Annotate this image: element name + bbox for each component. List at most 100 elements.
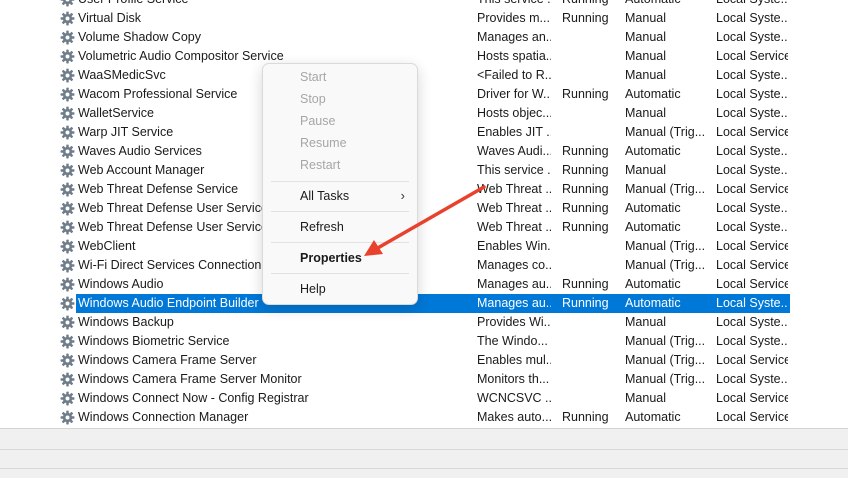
table-row[interactable]: WebClient Enables Win... Manual (Trig... Lo… bbox=[0, 237, 848, 256]
service-status: Running bbox=[562, 220, 609, 234]
table-row[interactable]: Windows Backup Provides Wi... Manual Local … bbox=[0, 313, 848, 332]
service-startup-type: Automatic bbox=[625, 144, 681, 158]
service-log-on-as: Local Service bbox=[716, 182, 788, 196]
gear-icon bbox=[60, 30, 75, 45]
service-name: Windows Camera Frame Server Monitor bbox=[78, 372, 302, 386]
service-startup-type: Manual (Trig... bbox=[625, 372, 706, 386]
service-description: Manages co... bbox=[477, 258, 551, 272]
services-list[interactable]: User Profile Service This service ... Runn… bbox=[0, 0, 848, 428]
service-startup-type: Manual (Trig... bbox=[625, 182, 706, 196]
service-startup-type: Automatic bbox=[625, 410, 681, 424]
service-startup-type: Automatic bbox=[625, 220, 681, 234]
service-startup-type: Manual bbox=[625, 391, 666, 405]
service-startup-type: Manual bbox=[625, 315, 666, 329]
menu-item-resume: Resume bbox=[267, 133, 413, 153]
menu-item-label: Stop bbox=[300, 92, 326, 106]
table-row[interactable]: WaaSMedicSvc <Failed to R... Manual Local S… bbox=[0, 66, 848, 85]
service-description: <Failed to R... bbox=[477, 68, 551, 82]
gear-icon bbox=[60, 315, 75, 330]
service-status bbox=[562, 123, 622, 142]
service-log-on-as: Local Syste... bbox=[716, 144, 788, 158]
table-row[interactable]: Wi-Fi Direct Services Connection M Manage… bbox=[0, 256, 848, 275]
menu-item-start: Start bbox=[267, 67, 413, 87]
service-startup-type: Manual bbox=[625, 30, 666, 44]
service-name: Windows Connect Now - Config Registrar bbox=[78, 391, 309, 405]
service-name: Virtual Disk bbox=[78, 11, 141, 25]
table-row[interactable]: Volume Shadow Copy Manages an... Manual Loc… bbox=[0, 28, 848, 47]
service-name: Windows Backup bbox=[78, 315, 174, 329]
service-status bbox=[562, 66, 622, 85]
service-description: Enables JIT ... bbox=[477, 125, 551, 139]
menu-item-help[interactable]: Help bbox=[267, 279, 413, 299]
context-menu: Start Stop Pause Resume Restart All Task… bbox=[262, 63, 418, 305]
service-log-on-as: Local Syste... bbox=[716, 87, 788, 101]
gear-icon bbox=[60, 239, 75, 254]
service-startup-type: Automatic bbox=[625, 201, 681, 215]
service-startup-type: Manual bbox=[625, 106, 666, 120]
menu-item-stop: Stop bbox=[267, 89, 413, 109]
menu-item-pause: Pause bbox=[267, 111, 413, 131]
service-name: User Profile Service bbox=[78, 0, 468, 9]
service-log-on-as: Local Syste... bbox=[716, 372, 788, 386]
table-row[interactable]: Web Account Manager This service ... Runni… bbox=[0, 161, 848, 180]
table-row[interactable]: Web Threat Defense User Service_6 Web Thr… bbox=[0, 199, 848, 218]
service-description: This service ... bbox=[477, 163, 551, 177]
service-status: Running bbox=[562, 296, 609, 310]
service-status bbox=[562, 104, 622, 123]
service-log-on-as: Local Service bbox=[716, 277, 788, 291]
horizontal-scrollbar[interactable] bbox=[0, 449, 848, 450]
menu-item-refresh[interactable]: Refresh bbox=[267, 217, 413, 237]
service-startup-type: Automatic bbox=[625, 87, 681, 101]
table-row[interactable]: Windows Camera Frame Server Monitor Monit… bbox=[0, 370, 848, 389]
chevron-right-icon: › bbox=[400, 188, 405, 203]
service-startup-type: Manual (Trig... bbox=[625, 125, 706, 139]
table-row[interactable]: Windows Connect Now - Config Registrar WC… bbox=[0, 389, 848, 408]
menu-item-properties[interactable]: Properties bbox=[267, 248, 413, 268]
table-row[interactable]: Web Threat Defense User Service_9 Web Thr… bbox=[0, 218, 848, 237]
table-row[interactable]: Waves Audio Services Waves Audi... Running… bbox=[0, 142, 848, 161]
gear-icon bbox=[60, 296, 75, 311]
service-description: Manages an... bbox=[477, 30, 551, 44]
gear-icon bbox=[60, 353, 75, 368]
menu-separator bbox=[271, 181, 409, 182]
table-row[interactable]: Windows Connection Manager Makes auto... R… bbox=[0, 408, 848, 427]
service-description: WCNCSVC ... bbox=[477, 391, 551, 405]
menu-item-all-tasks[interactable]: All Tasks › bbox=[267, 186, 413, 206]
table-row[interactable]: Windows Audio Manages au... Running Automat… bbox=[0, 275, 848, 294]
table-row[interactable]: Virtual Disk Provides m... Running Manual Lo… bbox=[0, 9, 848, 28]
service-log-on-as: Local Syste... bbox=[716, 68, 788, 82]
service-description: Makes auto... bbox=[477, 410, 551, 424]
service-description: Manages au... bbox=[477, 277, 551, 291]
service-startup-type: Automatic bbox=[625, 0, 707, 9]
service-log-on-as: Local Syste... bbox=[716, 334, 788, 348]
service-startup-type: Manual (Trig... bbox=[625, 334, 706, 348]
table-row[interactable]: User Profile Service This service ... Runn… bbox=[0, 0, 848, 9]
menu-separator bbox=[271, 273, 409, 274]
service-log-on-as: Local Syste... bbox=[716, 11, 788, 25]
gear-icon bbox=[60, 11, 75, 26]
service-log-on-as: Local Service bbox=[716, 49, 788, 63]
gear-icon bbox=[60, 125, 75, 140]
table-row[interactable]: Warp JIT Service Enables JIT ... Manual (T… bbox=[0, 123, 848, 142]
gear-icon bbox=[60, 372, 75, 387]
table-row[interactable]: Web Threat Defense Service Web Threat ...… bbox=[0, 180, 848, 199]
menu-item-restart: Restart bbox=[267, 155, 413, 175]
service-name: Windows Camera Frame Server bbox=[78, 353, 257, 367]
table-row[interactable]: Wacom Professional Service Driver for W..… bbox=[0, 85, 848, 104]
service-startup-type: Automatic bbox=[625, 277, 681, 291]
service-status: Running bbox=[562, 163, 609, 177]
service-description: Driver for W... bbox=[477, 87, 551, 101]
service-name: Windows Biometric Service bbox=[78, 334, 230, 348]
table-row[interactable]: Windows Biometric Service The Windo... Man… bbox=[0, 332, 848, 351]
table-row[interactable]: Windows Audio Endpoint Builder Manages au… bbox=[0, 294, 848, 313]
menu-item-label: Resume bbox=[300, 136, 347, 150]
service-description: Web Threat ... bbox=[477, 220, 551, 234]
gear-icon bbox=[60, 410, 75, 425]
table-row[interactable]: Volumetric Audio Compositor Service Hosts… bbox=[0, 47, 848, 66]
service-status bbox=[562, 332, 622, 351]
menu-item-label: Properties bbox=[300, 251, 362, 265]
table-row[interactable]: WalletService Hosts objec... Manual Local S… bbox=[0, 104, 848, 123]
gear-icon bbox=[60, 144, 75, 159]
table-row[interactable]: Windows Camera Frame Server Enables mul..… bbox=[0, 351, 848, 370]
service-status: Running bbox=[562, 144, 609, 158]
